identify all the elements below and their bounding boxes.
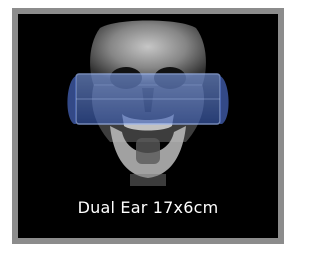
option-caption: Dual Ear 17x6cm [77,198,219,217]
option-panel: Dual Ear 17x6cm [18,14,278,238]
scan-region-band-icon [67,73,229,125]
skull-xray-icon [18,14,278,186]
dual-ear-option-card[interactable]: Dual Ear 17x6cm [12,8,284,244]
